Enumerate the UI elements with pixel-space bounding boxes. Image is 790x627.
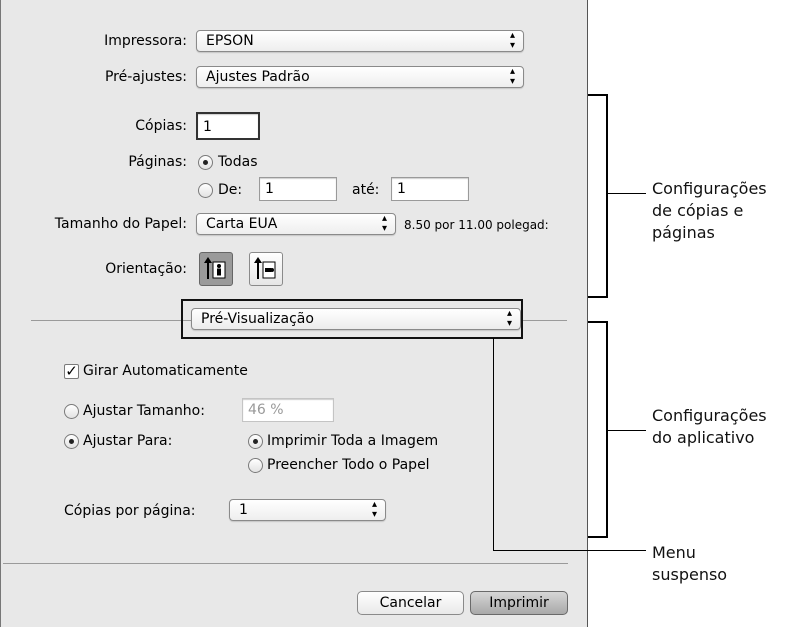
pages-all-label: Todas	[218, 154, 258, 170]
callout-copies-pages-line-3: páginas	[652, 223, 715, 242]
print-dialog: Impressora: EPSON ▴ ▾ Pré-ajustes: Ajuste…	[0, 0, 588, 627]
up-down-chevron-icon: ▴ ▾	[509, 66, 515, 87]
callout-copies-pages: Configurações de cópias e páginas	[652, 178, 767, 244]
callout-menu-line-2: suspenso	[652, 565, 728, 584]
bracket-app-bottom	[588, 536, 608, 538]
callout-menu-line-1: Menu	[652, 543, 696, 562]
pages-from-label: De:	[218, 182, 243, 198]
presets-label: Pré-ajustes:	[104, 69, 187, 85]
print-entire-image-radio[interactable]	[248, 434, 263, 449]
bottom-divider	[3, 563, 568, 564]
portrait-button[interactable]	[199, 252, 233, 286]
orientation-label: Orientação:	[105, 261, 187, 277]
auto-rotate-checkbox[interactable]: ✓	[64, 364, 79, 379]
scale-radio[interactable]	[64, 404, 79, 419]
portrait-orientation-icon	[204, 257, 226, 279]
printer-label: Impressora:	[104, 33, 187, 49]
print-entire-image-label: Imprimir Toda a Imagem	[267, 433, 439, 449]
copies-per-page-label: Cópias por página:	[64, 503, 196, 519]
pages-to-label: até:	[352, 182, 380, 198]
printer-popup[interactable]: EPSON ▴ ▾	[196, 30, 524, 52]
cancel-button[interactable]: Cancelar	[357, 591, 464, 615]
auto-rotate-label: Girar Automaticamente	[83, 363, 248, 379]
presets-popup[interactable]: Ajustes Padrão ▴ ▾	[196, 66, 524, 88]
pages-to-field[interactable]: 1	[391, 177, 469, 201]
callout-app-settings: Configurações do aplicativo	[652, 405, 767, 449]
fill-paper-label: Preencher Todo o Papel	[267, 457, 430, 473]
bracket-copies-pages-top	[588, 94, 608, 96]
up-down-chevron-icon: ▴ ▾	[381, 213, 387, 234]
paper-size-value: Carta EUA	[206, 216, 278, 232]
presets-value: Ajustes Padrão	[206, 69, 310, 85]
callout-copies-pages-line-1: Configurações	[652, 179, 767, 198]
callout-app-settings-line-1: Configurações	[652, 406, 767, 425]
paper-size-label: Tamanho do Papel:	[54, 216, 187, 232]
callout-copies-pages-line-2: de cópias e	[652, 201, 744, 220]
scale-label: Ajustar Tamanho:	[83, 403, 205, 419]
bracket-copies-pages-vertical	[606, 94, 608, 298]
paper-size-popup[interactable]: Carta EUA ▴ ▾	[196, 213, 396, 235]
up-down-chevron-icon: ▴ ▾	[371, 499, 377, 520]
copies-field[interactable]: 1	[196, 112, 260, 140]
fit-label: Ajustar Para:	[83, 433, 173, 449]
fill-paper-radio[interactable]	[248, 458, 263, 473]
section-menu-highlight	[181, 299, 523, 339]
copies-label: Cópias:	[135, 118, 187, 134]
menu-leader-vertical	[493, 338, 494, 551]
paper-dimensions: 8.50 por 11.00 polegad:	[404, 218, 549, 232]
pages-from-field[interactable]: 1	[259, 177, 337, 201]
scale-field[interactable]: 46 %	[242, 398, 334, 422]
callout-menu: Menu suspenso	[652, 542, 727, 586]
bracket-copies-pages-pointer	[608, 193, 646, 194]
printer-value: EPSON	[206, 33, 254, 49]
pages-label: Páginas:	[128, 154, 187, 170]
print-button[interactable]: Imprimir	[470, 591, 568, 615]
fit-radio[interactable]	[64, 434, 79, 449]
callout-app-settings-line-2: do aplicativo	[652, 428, 755, 447]
bracket-app-pointer	[608, 430, 646, 431]
up-down-chevron-icon: ▴ ▾	[509, 30, 515, 51]
bracket-app-top	[588, 321, 608, 323]
copies-per-page-value: 1	[239, 502, 248, 518]
pages-from-radio[interactable]	[198, 183, 213, 198]
menu-leader-horizontal	[493, 550, 646, 551]
copies-per-page-popup[interactable]: 1 ▴ ▾	[229, 499, 386, 521]
landscape-orientation-icon	[254, 257, 276, 279]
pages-all-radio[interactable]	[198, 155, 213, 170]
landscape-button[interactable]	[249, 252, 283, 286]
bracket-copies-pages-bottom	[588, 296, 608, 298]
